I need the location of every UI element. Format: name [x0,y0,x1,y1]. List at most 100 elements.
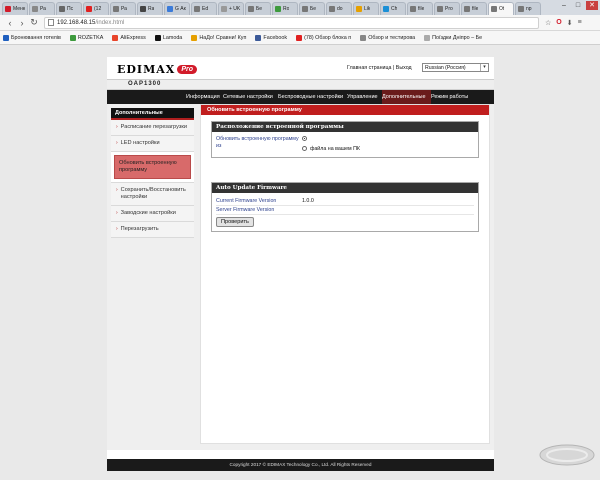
bookmark-favicon-icon [191,34,198,41]
browser-tab[interactable]: Lik [353,2,379,15]
bookmark-item[interactable]: (78) Обзор блока п [296,34,351,41]
sidebar-item[interactable]: Обновить встроенную программу [111,152,194,183]
tab-title: Ro [283,6,290,12]
router-admin-page: EDIMAX Pro Главная страница | Выход Russ… [107,57,494,471]
language-value: Russian (Россия) [425,64,466,71]
sidebar-item[interactable]: › Перезагрузить [111,222,194,238]
sidebar-item[interactable]: › Сохранить/Восстановить настройки [111,183,194,206]
bookmark-label: Facebook [263,34,288,41]
bookmark-item[interactable]: AliExpress [112,34,146,41]
tab-title: Ra [148,6,155,12]
browser-tab[interactable]: Ра [29,2,55,15]
minimize-icon[interactable]: – [558,1,570,10]
menu-icon[interactable]: ≡ [578,19,582,27]
tab-title: do [337,6,343,12]
tab-title: Ot [499,6,505,12]
sidebar-item[interactable]: › Расписание перезагрузки [111,120,194,136]
bookmarks-bar: Бронювання готелів ROZETKA AliExpress Lamod… [0,31,600,45]
browser-tab[interactable]: file [461,2,487,15]
browser-tab[interactable]: (12 [83,2,109,15]
tab-favicon-icon [167,6,173,12]
current-firmware-label: Current Firmware Version [216,198,277,204]
server-firmware-row: Server Firmware Version [216,206,474,215]
main-panel: Обновить встроенную программу Расположен… [200,104,490,444]
header-links[interactable]: Главная страница | Выход [347,65,412,71]
tab-favicon-icon [140,6,146,12]
sidebar-item[interactable]: › LED настройки [111,136,194,152]
tab-favicon-icon [194,6,200,12]
nav-tab[interactable]: Дополнительные [382,90,431,104]
model-bar: OAP1300 [107,80,494,90]
sidebar: Дополнительные › Расписание перезагрузки ›… [111,108,194,238]
tab-favicon-icon [329,6,335,12]
browser-tab[interactable]: Ot [488,2,514,15]
window-controls: – □ ✕ [558,1,598,10]
browser-tab[interactable]: Ro [272,2,298,15]
tab-title: + UK [229,6,241,12]
browser-tab[interactable]: Меню [2,2,28,15]
browser-tab[interactable]: Пс [56,2,82,15]
radio-option-file[interactable] [302,146,307,152]
tab-favicon-icon [113,6,119,12]
chevron-right-icon: › [116,187,118,193]
reload-icon[interactable]: ↻ [28,17,40,28]
browser-tab[interactable]: Бе [245,2,271,15]
tab-title: file [418,6,425,12]
star-icon[interactable]: ☆ [545,19,551,27]
browser-tab[interactable]: Ed [191,2,217,15]
bookmark-item[interactable]: Обзор и тестирова [360,34,415,41]
browser-tab[interactable]: G Ак [164,2,190,15]
footer-copyright: Copyright 2017 © EDIMAX Technology Co., … [107,459,494,471]
content-area: Дополнительные › Расписание перезагрузки ›… [107,104,494,450]
browser-tab[interactable]: Ра [110,2,136,15]
bookmark-item[interactable]: НаДо! Сравни! Куп [191,34,246,41]
main-nav: Информация Сетевые настройки Беспроводные … [107,90,494,104]
tab-title: Меню [13,6,25,12]
tab-title: Lik [364,6,371,12]
page-header: EDIMAX Pro Главная страница | Выход Russ… [107,57,494,80]
maximize-icon[interactable]: □ [572,1,584,10]
bookmark-item[interactable]: Поїздки Дніпро – Бе [424,34,482,41]
logo-text: EDIMAX [117,63,176,76]
opera-icon[interactable]: O [556,19,561,27]
bookmark-favicon-icon [360,34,367,41]
sidebar-item-label: Перезагрузить [120,226,159,232]
nav-tab[interactable]: Беспроводные настройки [278,90,347,104]
nav-tab[interactable]: Режим работы [431,90,473,104]
browser-tab[interactable]: Ch [380,2,406,15]
browser-tab[interactable]: np [515,2,541,15]
browser-tab[interactable]: Бе [299,2,325,15]
tab-favicon-icon [32,6,38,12]
tab-favicon-icon [5,6,11,12]
bookmark-item[interactable]: Lamoda [154,34,182,41]
nav-tab[interactable]: Информация [186,90,223,104]
sidebar-item[interactable]: › Заводские настройки [111,206,194,222]
chevron-right-icon: › [116,124,118,130]
back-icon[interactable]: ‹ [4,18,16,28]
browser-tab[interactable]: file [407,2,433,15]
nav-tab[interactable]: Сетевые настройки [223,90,278,104]
address-bar: ‹ › ↻ 192.168.48.15/index.html ☆ O ⬇ ≡ [0,15,600,31]
tab-favicon-icon [59,6,65,12]
tab-title: Ра [40,6,46,12]
close-icon[interactable]: ✕ [586,1,598,10]
bookmark-favicon-icon [296,34,303,41]
browser-tab[interactable]: Pro [434,2,460,15]
download-icon[interactable]: ⬇ [567,19,573,27]
sidebar-item-label: Заводские настройки [120,210,176,216]
browser-tab[interactable]: do [326,2,352,15]
browser-tab[interactable]: + UK [218,2,244,15]
check-button[interactable]: Проверить [216,217,254,227]
language-select[interactable]: Russian (Россия) ▾ [422,63,489,72]
url-host: 192.168.48.15 [57,19,96,26]
nav-tab[interactable]: Управление [347,90,382,104]
bookmark-item[interactable]: Бронювання готелів [3,34,61,41]
bookmark-label: ROZETKA [77,34,104,41]
forward-icon[interactable]: › [16,18,28,28]
browser-tab[interactable]: Ra [137,2,163,15]
url-input[interactable]: 192.168.48.15/index.html [44,16,539,29]
radio-option-1[interactable] [302,136,307,142]
bookmark-item[interactable]: Facebook [255,34,288,41]
tab-title: (12 [94,6,102,12]
bookmark-item[interactable]: ROZETKA [69,34,104,41]
